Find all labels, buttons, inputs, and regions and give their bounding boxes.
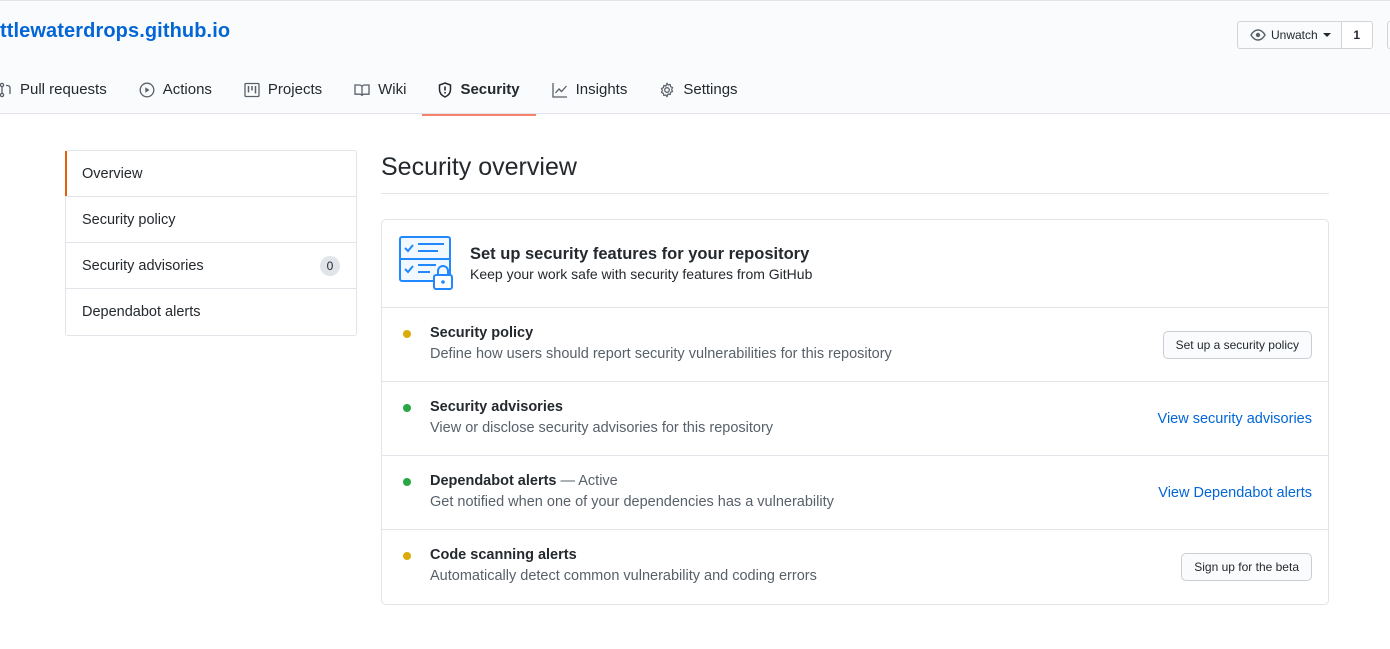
feature-row-security-policy: Security policy Define how users should … [382, 308, 1328, 382]
security-sidebar: Overview Security policy Security adviso… [65, 150, 357, 336]
status-dot-warning [403, 330, 411, 338]
feature-description: View or disclose security advisories for… [430, 420, 774, 436]
view-security-advisories-link[interactable]: View security advisories [1158, 411, 1312, 427]
feature-row-code-scanning: Code scanning alerts Automatically detec… [382, 530, 1328, 604]
sidebar-item-security-policy[interactable]: Security policy [66, 197, 356, 243]
feature-status: — Active [556, 473, 618, 489]
tab-label: Settings [683, 81, 738, 98]
eye-icon [1250, 29, 1266, 41]
feature-title: Code scanning alerts [430, 547, 577, 563]
repo-header: ttlewaterdrops.github.io Unwatch 1 Pull … [0, 0, 1390, 116]
feature-text: Security advisories View or disclose sec… [430, 397, 773, 439]
sidebar-item-label: Security advisories [82, 257, 204, 274]
feature-text: Code scanning alerts Automatically detec… [430, 545, 817, 587]
graph-icon [551, 82, 567, 98]
tab-label: Pull requests [20, 81, 107, 98]
status-dot-warning [403, 552, 411, 560]
project-icon [244, 82, 260, 97]
security-features-card: Set up security features for your reposi… [381, 219, 1329, 605]
card-header-text: Set up security features for your reposi… [470, 243, 812, 284]
advisories-count-badge: 0 [320, 255, 340, 276]
book-icon [354, 83, 370, 96]
main-content: Security overview Set up security featur… [381, 150, 1329, 605]
sidebar-item-label: Overview [82, 165, 143, 182]
watch-button-group: Unwatch 1 [1237, 21, 1373, 49]
tab-security[interactable]: Security [422, 64, 536, 116]
sign-up-beta-button[interactable]: Sign up for the beta [1181, 553, 1312, 581]
page-title: Security overview [381, 150, 1329, 194]
feature-text: Security policy Define how users should … [430, 323, 892, 365]
gear-icon [661, 82, 674, 97]
shield-icon [439, 81, 452, 98]
sidebar-item-dependabot-alerts[interactable]: Dependabot alerts [66, 289, 356, 335]
tab-projects[interactable]: Projects [228, 64, 338, 115]
caret-down-icon [1322, 33, 1331, 37]
sidebar-item-overview[interactable]: Overview [65, 151, 356, 197]
card-subheading: Keep your work safe with security featur… [470, 266, 813, 282]
sidebar-item-security-advisories[interactable]: Security advisories 0 [66, 243, 356, 289]
status-dot-success [403, 478, 411, 486]
card-heading: Set up security features for your reposi… [470, 245, 810, 263]
tab-wiki[interactable]: Wiki [338, 64, 422, 115]
pull-request-icon [0, 82, 11, 97]
tab-actions[interactable]: Actions [123, 64, 228, 115]
feature-row-dependabot-alerts: Dependabot alerts — Active Get notified … [382, 456, 1328, 530]
card-header: Set up security features for your reposi… [382, 220, 1328, 308]
tab-insights[interactable]: Insights [536, 64, 644, 115]
tab-label: Projects [267, 81, 323, 98]
tab-pull-requests[interactable]: Pull requests [0, 64, 123, 115]
feature-description: Define how users should report security … [430, 346, 892, 362]
sidebar-item-label: Security policy [82, 211, 176, 228]
feature-title: Dependabot alerts — Active [430, 473, 618, 489]
feature-row-security-advisories: Security advisories View or disclose sec… [382, 382, 1328, 456]
setup-security-policy-button[interactable]: Set up a security policy [1162, 330, 1312, 359]
tab-label: Wiki [378, 81, 407, 98]
tab-settings[interactable]: Settings [643, 64, 753, 115]
feature-text: Dependabot alerts — Active Get notified … [430, 471, 834, 513]
unwatch-label: Unwatch [1271, 28, 1318, 42]
tab-label: Security [460, 81, 520, 98]
security-checklist-lock-icon [399, 235, 453, 290]
sidebar-item-label: Dependabot alerts [82, 304, 201, 320]
play-icon [139, 82, 155, 97]
tab-label: Insights [575, 81, 628, 98]
feature-title: Security policy [430, 325, 534, 341]
unwatch-button[interactable]: Unwatch [1237, 21, 1342, 49]
feature-description: Get notified when one of your dependenci… [430, 494, 834, 510]
repo-title-link[interactable]: ttlewaterdrops.github.io [0, 20, 230, 43]
status-dot-success [403, 404, 411, 412]
watchers-count[interactable]: 1 [1341, 21, 1373, 49]
feature-title: Security advisories [430, 399, 563, 415]
repo-tabs: Pull requests Actions Projects Wiki Secu… [0, 64, 754, 116]
view-dependabot-alerts-link[interactable]: View Dependabot alerts [1158, 485, 1312, 501]
tab-label: Actions [162, 81, 212, 98]
feature-description: Automatically detect common vulnerabilit… [430, 568, 817, 584]
